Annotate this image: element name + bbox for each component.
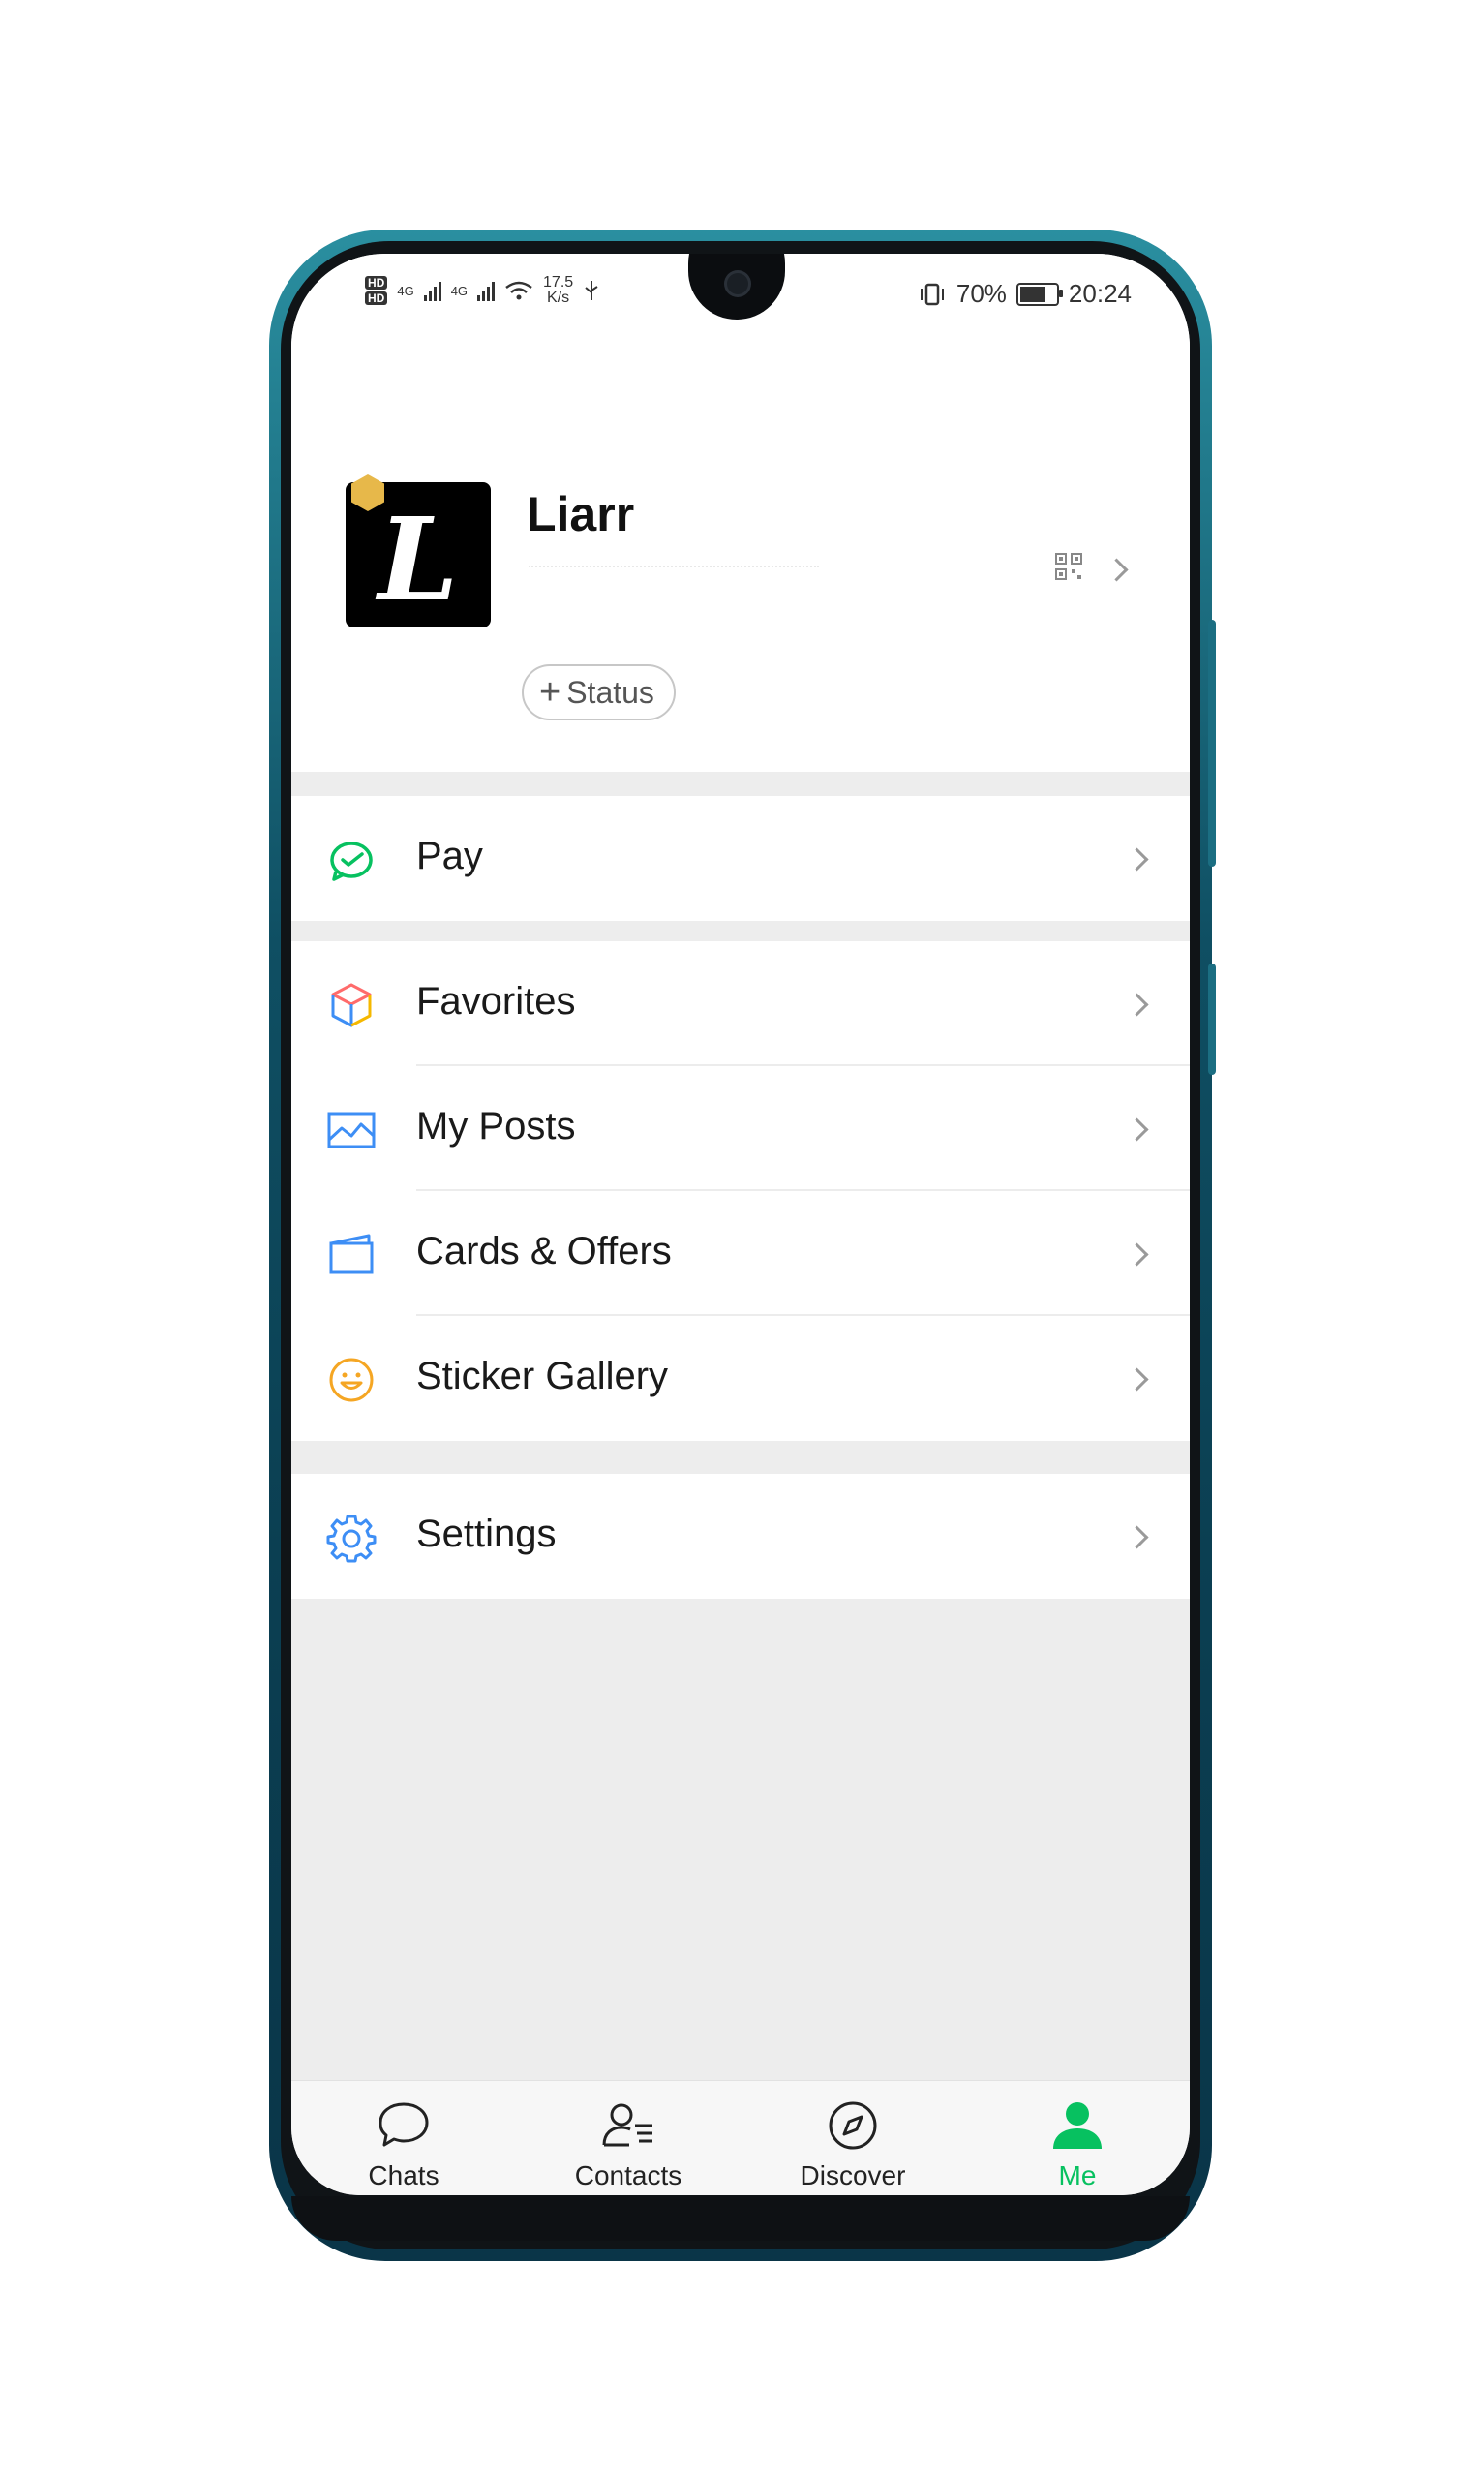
profile-name: Liarr (527, 487, 635, 541)
menu-item-label: Pay (416, 835, 483, 877)
status-bar: HD HD 4G 4G 17.5 K/s 70% 20:24 (291, 254, 1190, 331)
cube-icon (331, 983, 372, 1027)
tab-label: Contacts (574, 2160, 682, 2190)
clock: 20:24 (1068, 279, 1132, 308)
tab-contacts[interactable]: Contacts (516, 2081, 741, 2195)
wifi-icon (505, 281, 532, 300)
chevron-right-icon (1125, 847, 1149, 872)
menu-group-content: Favorites My Posts Cards & Offers Sticke… (291, 941, 1190, 1441)
chevron-right-icon (1125, 993, 1149, 1017)
gear-icon (326, 1515, 377, 1563)
menu-item-label: Cards & Offers (416, 1230, 672, 1272)
menu-group-settings: Settings (291, 1474, 1190, 1599)
profile-header[interactable]: L Liarr + Status (291, 331, 1190, 772)
wechat-id-placeholder (529, 560, 819, 567)
menu-group-pay: Pay (291, 796, 1190, 921)
menu-item-pay[interactable]: Pay (291, 796, 1190, 921)
power-button (1208, 964, 1216, 1075)
chat-bubble-icon (379, 2102, 429, 2147)
tab-me[interactable]: Me (965, 2081, 1190, 2195)
smiley-icon (329, 1358, 374, 1402)
tab-label: Me (1058, 2160, 1097, 2190)
hd-indicator: HD HD (365, 276, 388, 305)
add-status-button[interactable]: + Status (522, 664, 676, 720)
network-speed: 17.5 K/s (543, 274, 574, 306)
vibrate-icon (920, 283, 944, 305)
battery-percent: 70% (955, 279, 1007, 308)
menu-item-label: Settings (416, 1513, 557, 1555)
chevron-right-icon (1125, 1117, 1149, 1142)
menu-item-favorites[interactable]: Favorites (291, 941, 1190, 1066)
menu-item-label: Sticker Gallery (416, 1355, 669, 1397)
menu-item-settings[interactable]: Settings (291, 1474, 1190, 1599)
menu-item-label: Favorites (416, 980, 576, 1023)
menu-item-label: My Posts (416, 1105, 576, 1148)
menu-item-cards-offers[interactable]: Cards & Offers (291, 1191, 1190, 1316)
contacts-icon (602, 2103, 652, 2147)
compass-icon (829, 2101, 877, 2150)
usb-icon (585, 281, 598, 300)
phone-chin (291, 2196, 1190, 2241)
camera-notch (688, 254, 785, 320)
card-icon (329, 1234, 374, 1274)
tab-discover[interactable]: Discover (741, 2081, 965, 2195)
signal-icon (477, 280, 496, 301)
signal-icon (423, 280, 441, 301)
menu-item-my-posts[interactable]: My Posts (291, 1066, 1190, 1191)
tab-chats[interactable]: Chats (291, 2081, 516, 2195)
network-type-2: 4G (450, 283, 469, 298)
tab-label: Discover (800, 2160, 906, 2190)
menu-item-sticker-gallery[interactable]: Sticker Gallery (291, 1316, 1190, 1441)
pay-icon (330, 842, 373, 881)
chevron-right-icon (1125, 1525, 1149, 1549)
bottom-tab-bar: Chats Contacts Discover Me (291, 2080, 1190, 2195)
volume-button (1208, 620, 1216, 867)
plus-icon: + (539, 672, 561, 713)
battery-icon (1015, 282, 1063, 306)
tab-label: Chats (368, 2160, 439, 2190)
screen: HD HD 4G 4G 17.5 K/s 70% 20:24 L Liarr +… (291, 254, 1190, 2195)
chevron-right-icon (1125, 1367, 1149, 1392)
person-icon (1053, 2102, 1102, 2149)
qr-code-icon[interactable] (1054, 552, 1083, 581)
chevron-right-icon (1125, 1242, 1149, 1267)
photo-icon (327, 1112, 376, 1148)
chevron-right-icon (1105, 558, 1129, 582)
network-type-1: 4G (397, 283, 414, 298)
